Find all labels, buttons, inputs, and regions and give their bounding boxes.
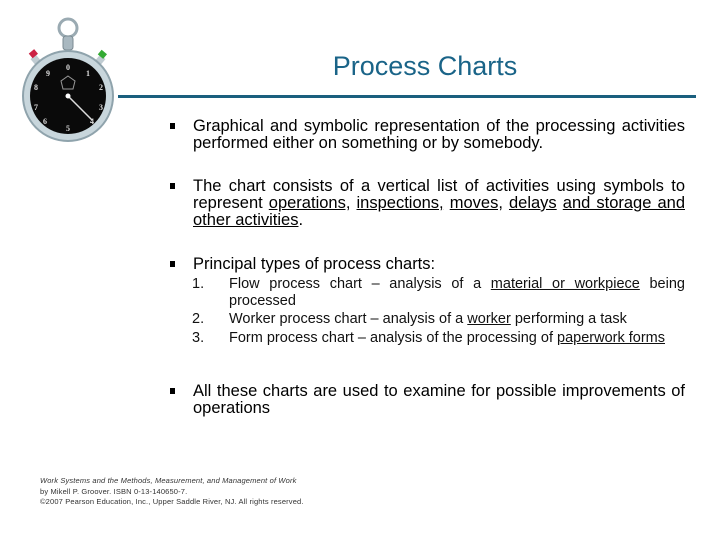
svg-text:8: 8 [34,83,38,92]
svg-text:0: 0 [66,63,70,72]
svg-text:7: 7 [34,103,38,112]
underlined-term: material or workpiece [490,276,640,292]
text-run: Principal types of process charts: [193,255,436,273]
bullet-item: The chart consists of a vertical list of… [170,178,685,229]
list-item-text: Form process chart – analysis of the pro… [229,330,665,346]
list-number: 3. [192,329,205,346]
text-run: . [298,211,304,229]
svg-text:5: 5 [66,124,70,133]
underlined-term: operations, [268,194,351,212]
text-run: Form process chart – analysis of the pro… [229,329,558,346]
stopwatch-icon: 012 345 6789 [18,14,118,144]
underlined-term: moves, [449,194,503,212]
copyright-footer: Work Systems and the Methods, Measuremen… [40,476,304,508]
slide-title: Process Charts [332,51,518,81]
text-run: performing a task [510,311,627,327]
list-number: 2. [192,311,205,327]
text-run: All these charts are used to examine for… [193,382,685,417]
footer-book-title: Work Systems and the Methods, Measuremen… [40,476,297,485]
process-chart-types-list: 1. Flow process chart – analysis of a ma… [192,276,685,346]
footer-author: by Mikell P. Groover. ISBN 0-13-140650-7… [40,486,188,496]
list-number: 1. [192,276,205,292]
underlined-term: delays [508,194,557,212]
bullet-text: Graphical and symbolic representation of… [193,118,685,152]
bullet-icon [170,388,175,394]
bullet-text: The chart consists of a vertical list of… [193,178,685,229]
svg-text:2: 2 [99,83,103,92]
svg-text:3: 3 [99,103,103,112]
list-item-text: Worker process chart – analysis of a wor… [229,311,627,327]
list-item: 1. Flow process chart – analysis of a ma… [192,276,685,309]
bullet-icon [170,123,175,129]
svg-text:1: 1 [86,69,90,78]
list-item-text: Flow process chart – analysis of a mater… [229,276,685,309]
text-run: Graphical and symbolic representation of… [193,117,685,152]
svg-text:9: 9 [46,69,50,78]
bullet-item: All these charts are used to examine for… [170,383,685,417]
text-run: Flow process chart – analysis of a [229,276,491,292]
svg-text:6: 6 [43,117,47,126]
bullet-text: Principal types of process charts: [193,256,685,273]
bullet-icon [170,261,175,267]
list-item: 3. Form process chart – analysis of the … [192,330,685,347]
underlined-term: inspections, [356,194,444,212]
list-item: 2. Worker process chart – analysis of a … [192,311,685,328]
bullet-text: All these charts are used to examine for… [193,383,685,417]
text-run: Worker process chart – analysis of a [229,311,468,327]
title-divider [118,95,696,98]
bullet-item: Graphical and symbolic representation of… [170,118,685,152]
underlined-term: paperwork forms [557,329,665,346]
underlined-term: worker [467,311,511,327]
bullet-item: Principal types of process charts: [170,256,685,273]
bullet-icon [170,183,175,189]
footer-copyright: ©2007 Pearson Education, Inc., Upper Sad… [40,497,304,506]
